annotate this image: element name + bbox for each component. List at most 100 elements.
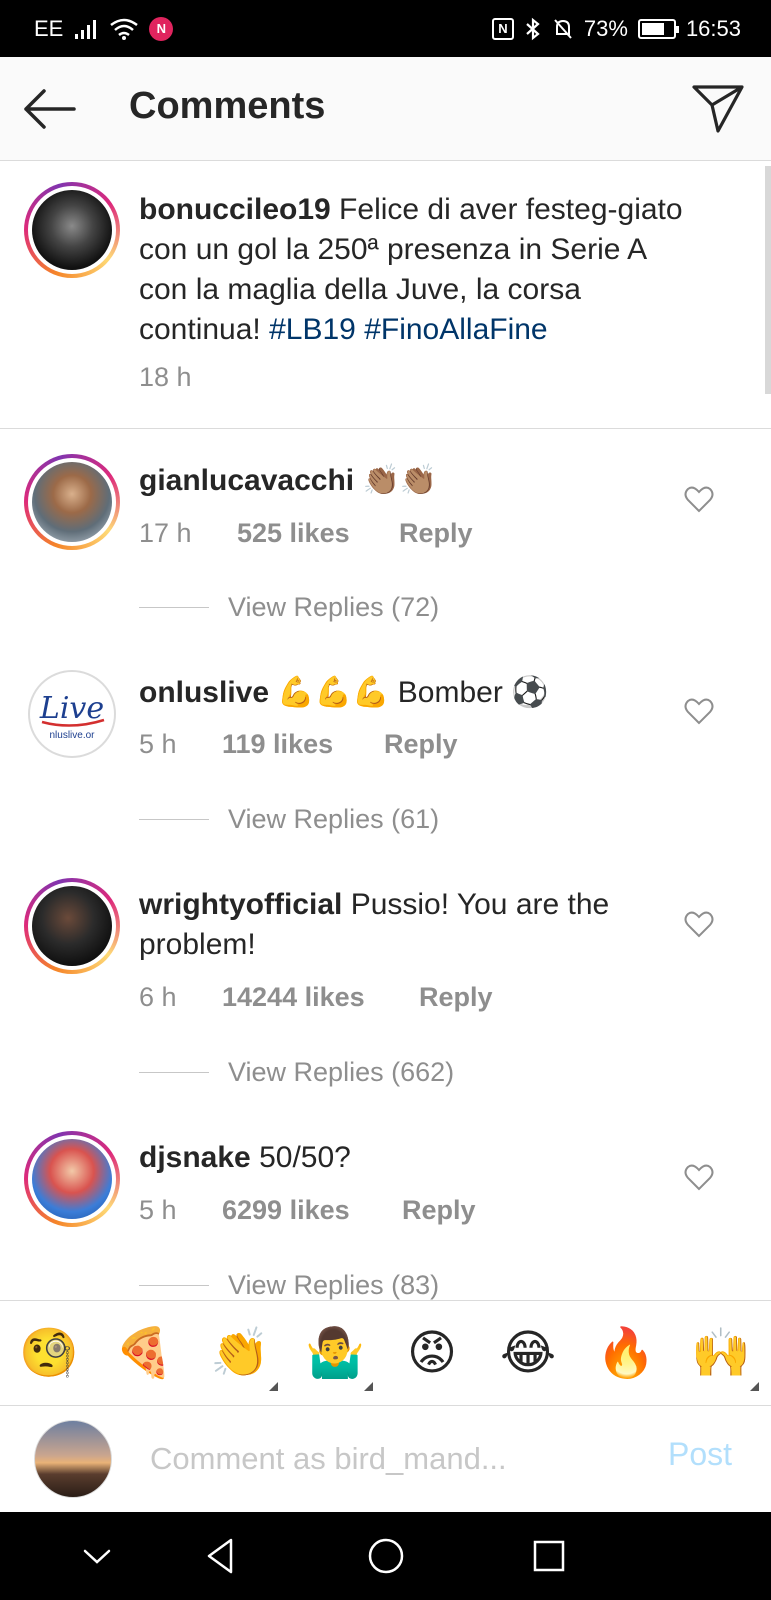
comment-username[interactable]: djsnake [139,1141,251,1174]
emoji-shrug-button[interactable]: 🤷‍♂️ [305,1325,373,1391]
view-replies-label: View Replies (72) [228,592,440,622]
caption-username[interactable]: bonuccileo19 [139,193,331,226]
hashtag-link[interactable]: #LB19 [269,313,356,346]
emoji-angry-button[interactable]: 😡 [403,1325,461,1383]
comment-input[interactable] [150,1434,630,1484]
notification-badge-icon: N [149,16,174,41]
comment-username[interactable]: gianlucavacchi [139,464,354,497]
emoji-pizza-button[interactable]: 🍕 [114,1325,174,1383]
heart-icon[interactable] [684,697,714,725]
caption-time: 18 h [139,362,192,392]
comment-body: 50/50? [250,1141,351,1174]
heart-icon[interactable] [684,910,714,938]
nav-back-triangle-icon[interactable] [199,1534,243,1578]
screen: EE N N 73% 16:53 Comments bonuccileo19 F… [0,0,771,1600]
current-user-avatar [34,1420,112,1498]
view-replies-link[interactable]: View Replies (72) [139,592,439,623]
status-bar: EE N N 73% 16:53 [0,0,771,57]
emoji-quick-bar: 🧐 🍕 👏 🤷‍♂️ 😡 😂 🔥 🙌 [0,1300,771,1406]
avatar[interactable]: Live nluslive.or [28,670,116,758]
likes-count[interactable]: 6299 likes [222,1195,402,1226]
comment-body: 💪💪💪 Bomber ⚽ [269,676,549,709]
avatar-photo [32,462,112,542]
wifi-icon [110,18,139,40]
emoji-clap-glyph: 👏 [210,1327,270,1380]
skin-tone-indicator-icon [750,1382,759,1391]
view-replies-link[interactable]: View Replies (61) [139,804,439,835]
comment-time: 17 h [139,518,192,548]
emoji-laugh-button[interactable]: 😂 [499,1325,557,1383]
emoji-monocle-button[interactable]: 🧐 [19,1325,79,1383]
avatar[interactable] [24,182,120,278]
nav-recents-square-icon[interactable] [527,1534,571,1578]
divider-line [139,607,209,608]
emoji-raised-hands-glyph: 🙌 [691,1327,751,1380]
skin-tone-indicator-icon [269,1382,278,1391]
nfc-icon: N [491,17,514,40]
heart-icon[interactable] [684,1163,714,1191]
divider-line [139,1072,209,1073]
clock: 16:53 [685,15,741,41]
carrier-label: EE [34,15,64,41]
mute-bell-icon [554,18,572,39]
reply-button[interactable]: Reply [399,518,473,549]
comment-text: gianlucavacchi 👏🏽👏🏽 [139,461,679,501]
system-nav-bar [0,1512,771,1600]
battery-icon [637,18,679,39]
chevron-down-icon[interactable] [75,1534,119,1578]
svg-text:nluslive.or: nluslive.or [49,730,95,741]
battery-percent: 73% [583,15,628,41]
nav-home-circle-icon[interactable] [364,1534,408,1578]
comment-time: 6 h [139,982,177,1012]
view-replies-link[interactable]: View Replies (83) [139,1270,439,1301]
emoji-fire-button[interactable]: 🔥 [596,1325,656,1383]
avatar-photo [32,1139,112,1219]
likes-count[interactable]: 14244 likes [222,982,419,1013]
page-title: Comments [129,85,326,127]
comment-username[interactable]: wrightyofficial [139,888,342,921]
divider-line [139,819,209,820]
comment-meta: 5 h 6299 likes Reply [139,1195,476,1226]
view-replies-label: View Replies (662) [228,1057,455,1087]
svg-text:Live: Live [39,691,104,726]
caption-text: bonuccileo19 Felice di aver festeg-giato… [139,190,699,350]
onluslive-logo: Live nluslive.or [39,691,105,741]
app-header: Comments [0,57,771,161]
comment-meta: 5 h 119 likes Reply [139,729,458,760]
comment-body: 👏🏽👏🏽 [354,464,438,497]
comment-text: wrightyofficial Pussio! You are the prob… [139,885,679,965]
reply-button[interactable]: Reply [384,729,458,760]
view-replies-link[interactable]: View Replies (662) [139,1057,454,1088]
caption-meta: 18 h [139,362,192,393]
comment-composer: Post [0,1406,771,1512]
comment-meta: 6 h 14244 likes Reply [139,982,493,1013]
avatar[interactable] [24,1131,120,1227]
comment-text: onluslive 💪💪💪 Bomber ⚽ [139,673,679,713]
hashtag-link[interactable]: #FinoAllaFine [364,313,547,346]
divider-line [139,1285,209,1286]
post-caption: bonuccileo19 Felice di aver festeg-giato… [0,161,771,429]
avatar[interactable] [24,878,120,974]
heart-icon[interactable] [684,485,714,513]
likes-count[interactable]: 119 likes [222,729,384,760]
likes-count[interactable]: 525 likes [237,518,399,549]
direct-send-icon[interactable] [690,83,746,135]
emoji-clap-button[interactable]: 👏 [210,1325,278,1391]
emoji-raised-hands-button[interactable]: 🙌 [691,1325,759,1391]
bluetooth-icon [526,17,540,40]
back-arrow-icon[interactable] [22,87,78,131]
view-replies-label: View Replies (61) [228,804,440,834]
comment-meta: 17 h 525 likes Reply [139,518,473,549]
reply-button[interactable]: Reply [402,1195,476,1226]
signal-icon [75,19,97,39]
comment-username[interactable]: onluslive [139,676,269,709]
reply-button[interactable]: Reply [419,982,493,1013]
comment-time: 5 h [139,729,177,759]
post-button[interactable]: Post [668,1436,732,1473]
avatar[interactable] [24,454,120,550]
view-replies-label: View Replies (83) [228,1270,440,1300]
avatar-photo [32,190,112,270]
emoji-shrug-glyph: 🤷‍♂️ [305,1327,365,1380]
skin-tone-indicator-icon [364,1382,373,1391]
scrollbar[interactable] [765,166,771,394]
